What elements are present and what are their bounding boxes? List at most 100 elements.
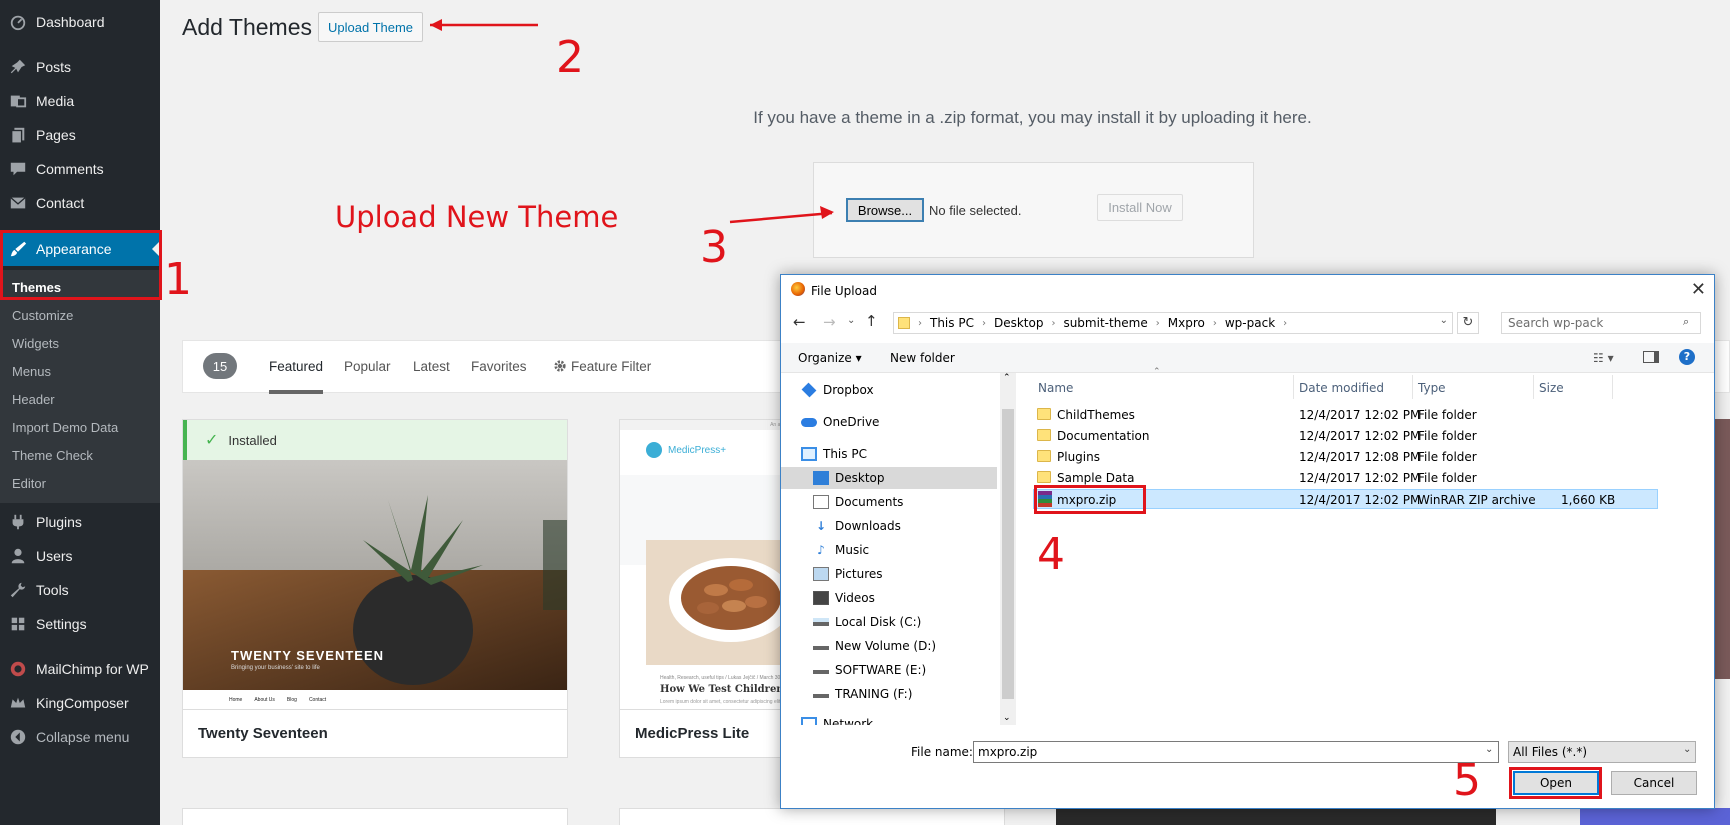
- tab-latest[interactable]: Latest: [413, 359, 450, 374]
- menu-plugins[interactable]: Plugins: [0, 505, 160, 539]
- chevron-right-icon: ›: [1155, 317, 1160, 329]
- menu-settings[interactable]: Settings: [0, 607, 160, 641]
- nav-onedrive[interactable]: OneDrive: [801, 411, 879, 433]
- menu-comments[interactable]: Comments: [0, 152, 160, 186]
- nav-downloads[interactable]: ↓ Downloads: [813, 515, 901, 537]
- nav-software-e[interactable]: SOFTWARE (E:): [813, 659, 926, 681]
- search-input[interactable]: Search wp-pack: [1501, 312, 1701, 334]
- chevron-down-icon[interactable]: ⌄: [1440, 315, 1448, 326]
- menu-collapse[interactable]: Collapse menu: [0, 720, 160, 754]
- nav-volume-d[interactable]: New Volume (D:): [813, 635, 936, 657]
- browse-button[interactable]: Browse...: [846, 198, 924, 222]
- nav-videos[interactable]: Videos: [813, 587, 875, 609]
- chevron-up-icon[interactable]: ⌃: [1003, 373, 1011, 383]
- folder-icon: [1037, 471, 1051, 483]
- theme-card-twenty-seventeen[interactable]: ✓ Installed TWENTY SEVENTEEN Bringing you…: [182, 419, 568, 758]
- file-row[interactable]: ChildThemes 12/4/2017 12:02 PM File fold…: [1033, 405, 1658, 425]
- preview-post-meta: Health, Research, useful tips / Lukas Je…: [660, 675, 795, 681]
- view-options-icon[interactable]: ☷ ▾: [1593, 351, 1614, 365]
- file-name: Documentation: [1057, 429, 1150, 443]
- menu-tools[interactable]: Tools: [0, 573, 160, 607]
- chevron-down-icon[interactable]: ⌄: [847, 315, 855, 326]
- network-icon: [801, 717, 817, 725]
- file-row[interactable]: Documentation 12/4/2017 12:02 PM File fo…: [1033, 426, 1658, 446]
- theme-card-partial[interactable]: [619, 808, 1005, 825]
- submenu-editor[interactable]: Editor: [12, 476, 46, 491]
- menu-kingcomposer[interactable]: KingComposer: [0, 686, 160, 720]
- nav-desktop[interactable]: Desktop: [781, 467, 997, 489]
- nav-music[interactable]: ♪ Music: [813, 539, 869, 561]
- filetype-select[interactable]: All Files (*.*): [1508, 741, 1696, 763]
- new-folder-button[interactable]: New folder: [890, 351, 955, 365]
- open-button[interactable]: Open: [1513, 771, 1599, 795]
- column-name[interactable]: Name: [1038, 381, 1073, 395]
- address-bar[interactable]: › This PC › Desktop › submit-theme › Mxpro ›…: [893, 312, 1453, 334]
- upload-theme-button[interactable]: Upload Theme: [318, 12, 424, 42]
- menu-mailchimp[interactable]: MailChimp for WP: [0, 652, 160, 686]
- refresh-icon[interactable]: ↻: [1457, 312, 1479, 334]
- tab-popular[interactable]: Popular: [344, 359, 391, 374]
- menu-posts[interactable]: Posts: [0, 50, 160, 84]
- submenu-widgets[interactable]: Widgets: [12, 336, 59, 351]
- help-icon[interactable]: ?: [1679, 349, 1695, 365]
- submenu-customize[interactable]: Customize: [12, 308, 73, 323]
- nav-this-pc[interactable]: This PC: [801, 443, 867, 465]
- submenu-menus[interactable]: Menus: [12, 364, 51, 379]
- breadcrumb-this-pc[interactable]: This PC: [930, 316, 974, 330]
- appearance-submenu: Themes Customize Widgets Menus Header Im…: [0, 270, 160, 503]
- scrollbar-thumb[interactable]: [1002, 409, 1014, 699]
- submenu-theme-check[interactable]: Theme Check: [12, 448, 93, 463]
- chevron-down-icon[interactable]: ⌄: [1485, 744, 1493, 755]
- theme-card-partial[interactable]: [1056, 808, 1496, 825]
- highlight-mxpro-zip: [1034, 485, 1146, 514]
- step-3-label: 3: [700, 222, 728, 273]
- theme-preview-nav: Home About Us Blog Contact: [229, 697, 326, 703]
- up-arrow-icon[interactable]: ↑: [865, 312, 878, 330]
- column-size[interactable]: Size: [1539, 381, 1564, 395]
- nav-dropbox[interactable]: Dropbox: [801, 379, 874, 401]
- cancel-button[interactable]: Cancel: [1611, 771, 1697, 795]
- breadcrumb-mxpro[interactable]: Mxpro: [1168, 316, 1205, 330]
- theme-card-partial[interactable]: [182, 808, 568, 825]
- nav-documents[interactable]: Documents: [813, 491, 903, 513]
- nav-scrollbar[interactable]: ⌃ ⌄: [1000, 373, 1016, 725]
- file-date: 12/4/2017 12:02 PM: [1299, 408, 1421, 422]
- column-divider[interactable]: [1412, 375, 1413, 399]
- theme-card-partial[interactable]: [1713, 419, 1730, 679]
- nav-traning-f[interactable]: TRANING (F:): [813, 683, 912, 705]
- column-divider[interactable]: [1533, 375, 1534, 399]
- menu-contact[interactable]: Contact: [0, 186, 160, 220]
- chevron-down-icon[interactable]: ⌄: [1683, 744, 1691, 755]
- file-date: 12/4/2017 12:08 PM: [1299, 450, 1421, 464]
- dialog-toolbar: Organize ▾ New folder ☷ ▾ ?: [781, 343, 1714, 373]
- column-type[interactable]: Type: [1418, 381, 1446, 395]
- tab-favorites[interactable]: Favorites: [471, 359, 527, 374]
- forward-arrow-icon[interactable]: →: [823, 313, 836, 331]
- nav-network[interactable]: Network: [801, 713, 873, 725]
- breadcrumb-wp-pack[interactable]: wp-pack: [1225, 316, 1275, 330]
- close-icon[interactable]: ✕: [1691, 279, 1706, 300]
- install-now-button[interactable]: Install Now: [1097, 194, 1183, 221]
- column-divider[interactable]: [1612, 375, 1613, 399]
- back-arrow-icon[interactable]: ←: [793, 313, 806, 331]
- pin-icon: [0, 58, 36, 76]
- breadcrumb-submit-theme[interactable]: submit-theme: [1063, 316, 1147, 330]
- organize-button[interactable]: Organize ▾: [798, 351, 862, 365]
- theme-card-partial[interactable]: [1580, 808, 1730, 825]
- tab-featured[interactable]: Featured: [269, 359, 324, 394]
- submenu-header[interactable]: Header: [12, 392, 55, 407]
- nav-pictures[interactable]: Pictures: [813, 563, 883, 585]
- menu-users[interactable]: Users: [0, 539, 160, 573]
- chevron-down-icon[interactable]: ⌄: [1003, 713, 1011, 723]
- nav-local-disk-c[interactable]: Local Disk (C:): [813, 611, 921, 633]
- column-divider[interactable]: [1293, 375, 1294, 399]
- file-row[interactable]: Plugins 12/4/2017 12:08 PM File folder: [1033, 447, 1658, 467]
- breadcrumb-desktop[interactable]: Desktop: [994, 316, 1044, 330]
- filename-input[interactable]: mxpro.zip: [973, 741, 1499, 763]
- feature-filter-link[interactable]: Feature Filter: [553, 359, 651, 374]
- submenu-import-demo-data[interactable]: Import Demo Data: [12, 420, 118, 435]
- menu-label: Settings: [36, 616, 87, 632]
- menu-dashboard[interactable]: Dashboard: [0, 5, 160, 39]
- column-date-modified[interactable]: Date modified: [1299, 381, 1384, 395]
- preview-pane-icon[interactable]: [1643, 351, 1659, 363]
